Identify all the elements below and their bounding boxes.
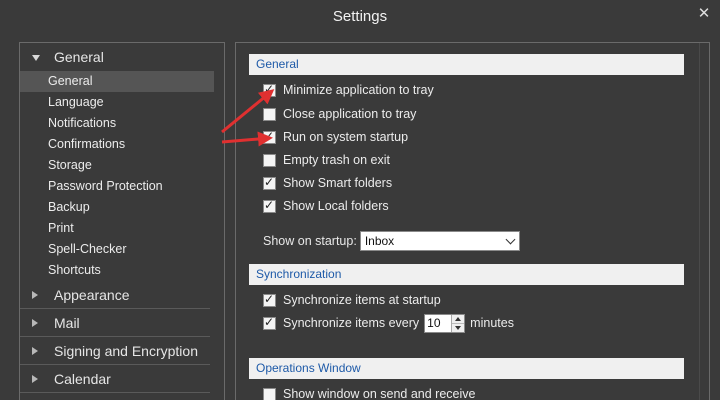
checkbox[interactable] — [263, 175, 276, 190]
stepper-buttons — [451, 314, 465, 332]
nav-item-general[interactable]: General — [20, 71, 214, 92]
checkbox[interactable] — [263, 82, 276, 97]
option-label: Empty trash on exit — [283, 153, 390, 167]
nav-item-password-protection[interactable]: Password Protection — [20, 176, 214, 197]
nav-item-confirmations[interactable]: Confirmations — [20, 134, 214, 155]
checkbox[interactable] — [263, 387, 276, 400]
chevron-right-icon — [32, 291, 38, 299]
option-label: Synchronize items every — [283, 316, 420, 330]
chevron-right-icon — [32, 319, 38, 327]
nav-item-print[interactable]: Print — [20, 218, 214, 239]
nav-group-label: General — [54, 49, 104, 65]
stepper-down-icon[interactable] — [452, 322, 465, 332]
settings-nav: General General Language Notifications C… — [19, 42, 225, 400]
option-minimize-to-tray[interactable]: Minimize application to tray — [263, 81, 434, 99]
option-label: Close application to tray — [283, 107, 417, 121]
chevron-right-icon — [32, 375, 38, 383]
scrollbar[interactable] — [699, 43, 709, 400]
nav-group-mail[interactable]: Mail — [20, 309, 210, 337]
option-sync-at-startup[interactable]: Synchronize items at startup — [263, 291, 441, 309]
option-empty-trash-on-exit[interactable]: Empty trash on exit — [263, 151, 390, 169]
nav-group-label: Mail — [54, 315, 80, 331]
nav-item-storage[interactable]: Storage — [20, 155, 214, 176]
checkbox[interactable] — [263, 198, 276, 213]
option-show-local-folders[interactable]: Show Local folders — [263, 197, 389, 215]
section-header-operations: Operations Window — [249, 358, 684, 379]
close-icon[interactable]: ✕ — [696, 6, 712, 22]
nav-group-calendar[interactable]: Calendar — [20, 365, 210, 393]
title-bar: Settings ✕ — [0, 0, 720, 34]
option-sync-every: Synchronize items every 10 minutes — [263, 313, 514, 333]
select-value: Inbox — [364, 234, 395, 248]
option-label-suffix: minutes — [470, 316, 514, 330]
section-header-sync: Synchronization — [249, 264, 684, 285]
option-show-smart-folders[interactable]: Show Smart folders — [263, 174, 392, 192]
option-label: Synchronize items at startup — [283, 293, 441, 307]
option-label: Minimize application to tray — [283, 83, 434, 97]
section-header-general: General — [249, 54, 684, 75]
checkbox[interactable] — [263, 153, 276, 167]
option-close-to-tray[interactable]: Close application to tray — [263, 105, 416, 123]
nav-general-items: General Language Notifications Confirmat… — [20, 71, 224, 281]
settings-content: General Minimize application to tray Clo… — [235, 42, 710, 400]
show-on-startup-select[interactable]: Inbox — [359, 231, 520, 251]
checkbox[interactable] — [263, 292, 276, 307]
nav-group-appearance[interactable]: Appearance — [20, 281, 210, 309]
sync-interval-stepper[interactable]: 10 — [424, 313, 466, 333]
sync-interval-value[interactable]: 10 — [425, 315, 451, 332]
stepper-up-icon[interactable] — [452, 314, 465, 323]
checkbox[interactable] — [263, 107, 276, 121]
nav-group-label: Signing and Encryption — [54, 343, 198, 359]
chevron-right-icon — [32, 347, 38, 355]
option-label: Show Local folders — [283, 199, 389, 213]
option-run-on-startup[interactable]: Run on system startup — [263, 128, 408, 146]
nav-group-label: Calendar — [54, 371, 111, 387]
nav-group-general[interactable]: General — [20, 43, 210, 71]
show-on-startup-row: Show on startup: Inbox — [263, 231, 520, 251]
checkbox[interactable] — [263, 315, 276, 330]
nav-group-signing-encryption[interactable]: Signing and Encryption — [20, 337, 210, 365]
window-title: Settings — [332, 8, 388, 25]
option-label: Run on system startup — [283, 130, 409, 144]
nav-item-backup[interactable]: Backup — [20, 197, 214, 218]
nav-group-label: Appearance — [54, 287, 130, 303]
chevron-down-icon — [505, 234, 516, 245]
nav-item-notifications[interactable]: Notifications — [20, 113, 214, 134]
option-label: Show window on send and receive — [283, 387, 476, 400]
option-label: Show Smart folders — [283, 176, 393, 190]
nav-item-language[interactable]: Language — [20, 92, 214, 113]
option-show-window-send-receive[interactable]: Show window on send and receive — [263, 385, 475, 400]
checkbox[interactable] — [263, 129, 276, 144]
chevron-down-icon — [32, 55, 40, 61]
nav-item-shortcuts[interactable]: Shortcuts — [20, 260, 214, 281]
nav-item-spell-checker[interactable]: Spell-Checker — [20, 239, 214, 260]
show-on-startup-label: Show on startup: — [263, 234, 357, 248]
